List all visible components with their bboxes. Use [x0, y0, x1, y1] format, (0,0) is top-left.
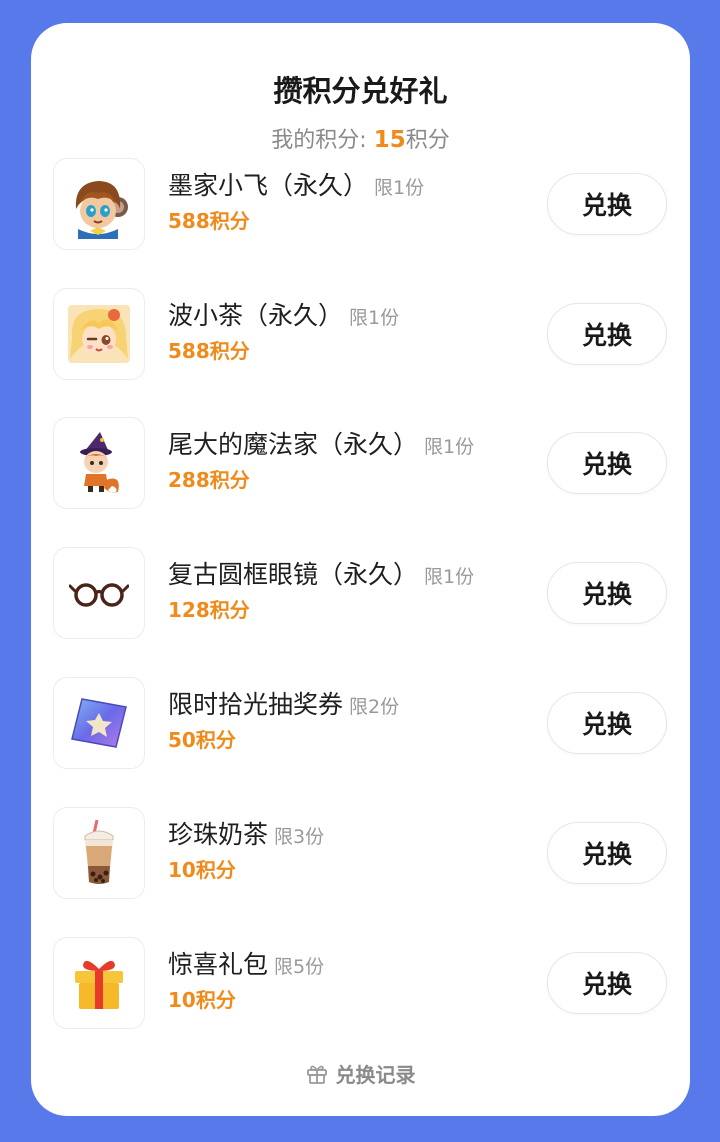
item-name: 尾大的魔法家（永久）: [168, 430, 419, 459]
redeem-button[interactable]: 兑换: [547, 432, 667, 494]
redeem-button[interactable]: 兑换: [547, 173, 667, 235]
gift-icon: [306, 1063, 328, 1085]
points-label: 我的积分:: [271, 128, 374, 153]
list-item: 复古圆框眼镜（永久） 限1份 128积分 兑换: [31, 547, 690, 643]
item-title-row: 墨家小飞（永久） 限1份: [168, 168, 424, 207]
item-title-row: 惊喜礼包 限5份: [168, 947, 324, 986]
item-cost: 50积分: [168, 728, 236, 752]
item-title-row: 尾大的魔法家（永久） 限1份: [168, 427, 474, 466]
bubble-tea-icon: [84, 820, 114, 884]
points-value: 15: [373, 127, 406, 153]
item-title-row: 复古圆框眼镜（永久） 限1份: [168, 557, 474, 596]
item-name: 复古圆框眼镜（永久）: [168, 560, 419, 589]
fox-wizard-icon: [80, 432, 119, 493]
item-cost: 588积分: [168, 209, 250, 233]
list-item: 波小茶（永久） 限1份 588积分 兑换: [31, 288, 690, 384]
item-limit: 限3份: [274, 826, 325, 848]
item-cost: 10积分: [168, 858, 236, 882]
item-title-row: 限时拾光抽奖券 限2份: [168, 687, 399, 726]
item-name: 限时拾光抽奖券: [168, 690, 344, 719]
item-thumbnail: [53, 158, 145, 250]
list-item: 惊喜礼包 限5份 10积分 兑换: [31, 937, 690, 1033]
item-title-row: 波小茶（永久） 限1份: [168, 298, 399, 337]
points-unit: 积分: [405, 128, 450, 153]
list-item: 墨家小飞（永久） 限1份 588积分 兑换: [31, 158, 690, 254]
item-cost: 10积分: [168, 988, 236, 1012]
item-name: 墨家小飞（永久）: [168, 171, 369, 200]
list-item: 珍珠奶茶 限3份 10积分 兑换: [31, 807, 690, 903]
redeem-button[interactable]: 兑换: [547, 562, 667, 624]
avatar-girl-icon: [68, 305, 130, 363]
rewards-card: 攒积分兑好礼 我的积分: 15积分 墨家小飞（永久）限1份 588积分 兑换: [31, 23, 690, 1116]
item-cost: 588积分: [168, 339, 250, 363]
item-limit: 限5份: [274, 956, 325, 978]
item-cost: 128积分: [168, 598, 250, 622]
redeem-history-link[interactable]: 兑换记录: [31, 1059, 690, 1088]
redeem-button[interactable]: 兑换: [547, 952, 667, 1014]
redeem-button[interactable]: 兑换: [547, 692, 667, 754]
glasses-icon: [69, 583, 129, 607]
item-name: 珍珠奶茶: [168, 820, 269, 849]
item-limit: 限1份: [374, 177, 425, 199]
ticket-icon: [71, 698, 127, 748]
redeem-button[interactable]: 兑换: [547, 822, 667, 884]
item-name: 惊喜礼包: [168, 950, 269, 979]
my-points: 我的积分: 15积分: [31, 124, 690, 157]
item-cost: 288积分: [168, 468, 250, 492]
item-thumbnail: [53, 807, 145, 899]
avatar-boy-icon: [75, 181, 128, 239]
item-thumbnail: [53, 677, 145, 769]
list-item: 尾大的魔法家（永久） 限1份 288积分 兑换: [31, 417, 690, 513]
gift-box-icon: [75, 960, 123, 1009]
item-limit: 限2份: [349, 696, 400, 718]
item-thumbnail: [53, 937, 145, 1029]
item-limit: 限1份: [424, 566, 475, 588]
redeem-button[interactable]: 兑换: [547, 303, 667, 365]
item-limit: 限1份: [424, 436, 475, 458]
item-thumbnail: [53, 417, 145, 509]
page-title: 攒积分兑好礼: [273, 74, 448, 108]
item-title-row: 珍珠奶茶 限3份: [168, 817, 324, 856]
item-thumbnail: [53, 288, 145, 380]
item-limit: 限1份: [349, 307, 400, 329]
list-item: 限时拾光抽奖券 限2份 50积分 兑换: [31, 677, 690, 773]
redeem-history-label: 兑换记录: [335, 1063, 416, 1087]
item-thumbnail: [53, 547, 145, 639]
item-name: 波小茶（永久）: [168, 301, 344, 330]
